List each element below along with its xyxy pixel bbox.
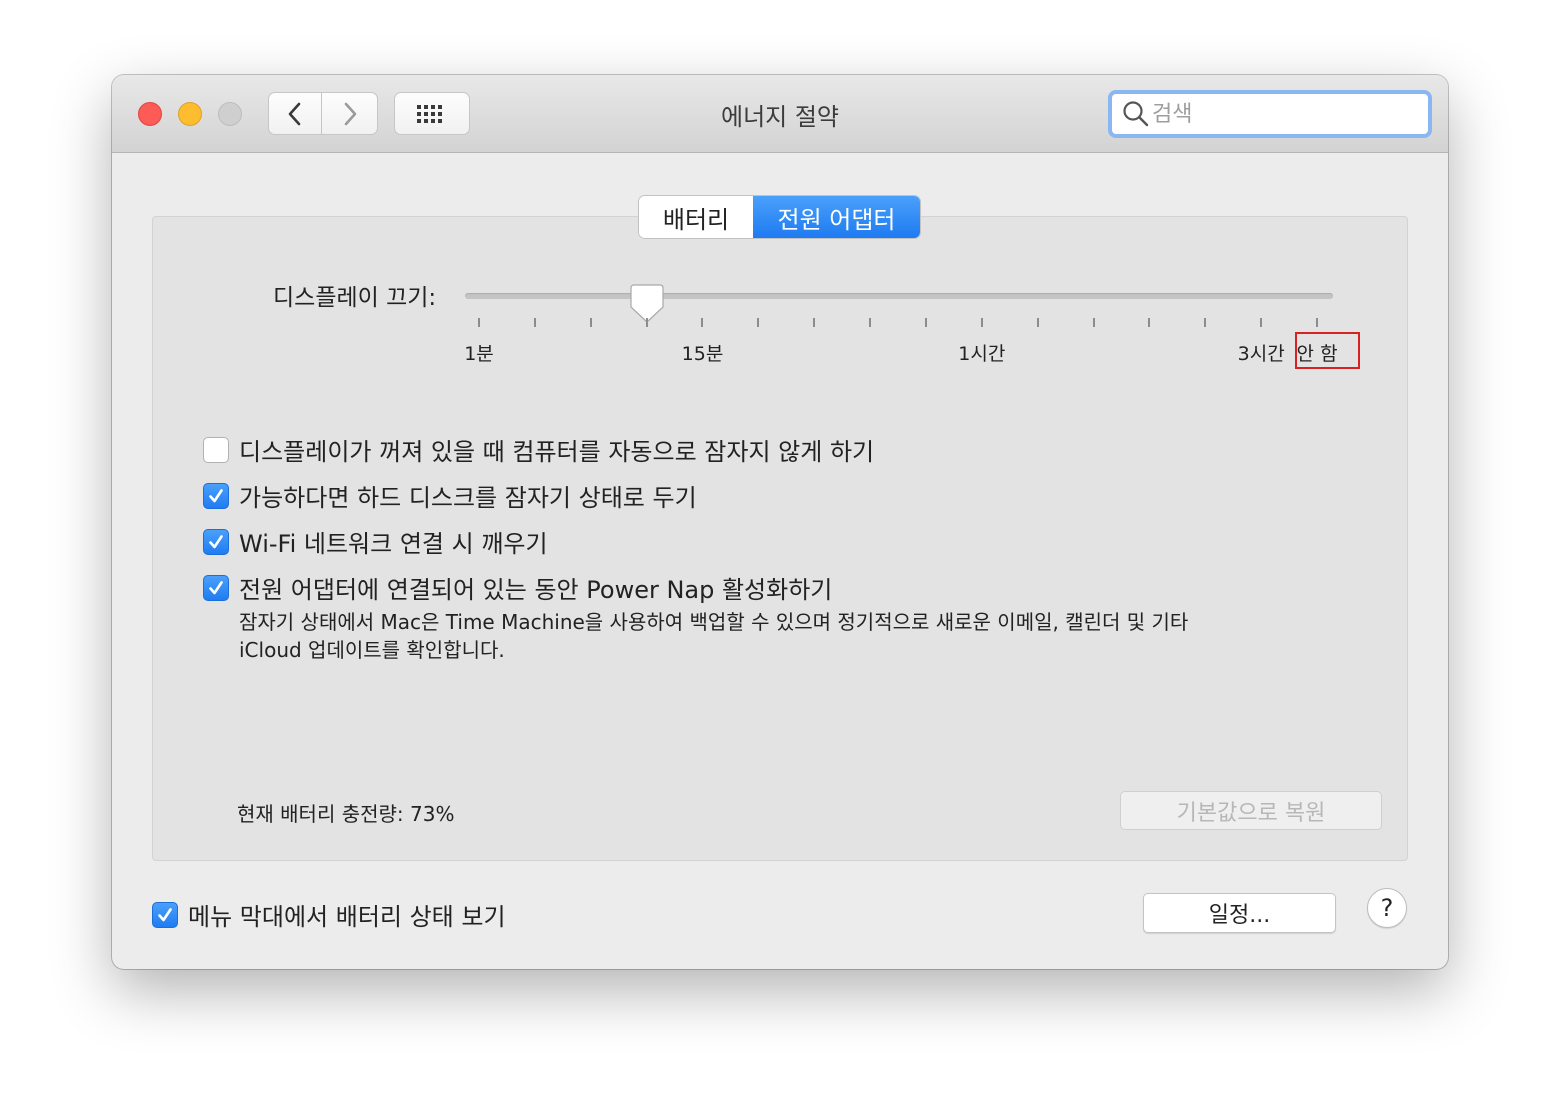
show-in-menu-bar-option[interactable]: 메뉴 막대에서 배터리 상태 보기	[152, 897, 506, 932]
slider-scale-label: 1분	[464, 343, 494, 365]
restore-defaults-button[interactable]: 기본값으로 복원	[1120, 791, 1382, 830]
slider-tick	[924, 318, 927, 327]
option-prevent-sleep[interactable]: 디스플레이가 꺼져 있을 때 컴퓨터를 자동으로 잠자지 않게 하기	[203, 432, 874, 467]
slider-tick	[1092, 318, 1095, 327]
description-line: iCloud 업데이트를 확인합니다.	[239, 638, 505, 662]
option-label: Wi-Fi 네트워크 연결 시 깨우기	[239, 530, 548, 558]
checkmark-icon	[209, 534, 223, 548]
checkmark-icon	[209, 580, 223, 594]
checkmark-icon	[158, 907, 172, 921]
slider-scale-label: 15분	[681, 343, 724, 365]
wake-wifi-checkbox[interactable]	[203, 528, 229, 555]
option-wake-wifi[interactable]: Wi-Fi 네트워크 연결 시 깨우기	[203, 524, 548, 559]
power-source-tabs: 배터리 전원 어댑터	[639, 196, 920, 238]
display-sleep-label: 디스플레이 끄기:	[273, 285, 437, 311]
show-in-menu-bar-checkbox[interactable]	[152, 901, 178, 928]
option-disk-sleep[interactable]: 가능하다면 하드 디스크를 잠자기 상태로 두기	[203, 478, 697, 513]
slider-tick	[1036, 318, 1039, 327]
energy-saver-window: 에너지 절약 배터리 전원 어댑터 디스플레이 끄기: 1분15분1시간3시간안…	[112, 75, 1448, 969]
slider-tick	[701, 318, 704, 327]
power-nap-checkbox[interactable]	[203, 574, 229, 601]
never-highlight-box	[1295, 332, 1360, 369]
search-field[interactable]	[1108, 90, 1432, 138]
tab-battery[interactable]: 배터리	[639, 196, 753, 238]
description-line: 잠자기 상태에서 Mac은 Time Machine을 사용하여 백업할 수 있…	[239, 610, 1189, 634]
slider-tick	[1260, 318, 1263, 327]
slider-tick	[1148, 318, 1151, 327]
settings-panel: 디스플레이 끄기: 1분 15분 1시간 3시간 안 함 디스플레이가 꺼져 있을 때 …	[152, 216, 1408, 861]
slider-tick	[869, 318, 872, 327]
slider-tick	[589, 318, 592, 327]
battery-charge-status: 현재 배터리 충전량: 73%	[237, 802, 455, 826]
help-button[interactable]: ?	[1367, 888, 1407, 928]
slider-tick	[1316, 318, 1319, 327]
schedule-button[interactable]: 일정...	[1143, 893, 1336, 933]
option-label: 가능하다면 하드 디스크를 잠자기 상태로 두기	[239, 484, 697, 512]
slider-tick	[478, 318, 480, 327]
power-nap-description: 잠자기 상태에서 Mac은 Time Machine을 사용하여 백업할 수 있…	[239, 608, 1239, 664]
option-power-nap[interactable]: 전원 어댑터에 연결되어 있는 동안 Power Nap 활성화하기	[203, 570, 832, 605]
prevent-sleep-checkbox[interactable]	[203, 436, 229, 463]
search-input[interactable]	[1152, 101, 1412, 127]
slider-tick	[980, 318, 983, 327]
slider-tick	[757, 318, 760, 327]
tab-power-adapter[interactable]: 전원 어댑터	[753, 196, 920, 238]
display-sleep-slider-track[interactable]	[465, 293, 1333, 299]
slider-scale-label: 1시간	[958, 343, 1006, 365]
slider-tick	[533, 318, 536, 327]
title-bar: 에너지 절약	[112, 75, 1448, 153]
slider-tick	[1204, 318, 1207, 327]
search-icon	[1123, 101, 1149, 127]
slider-scale-label: 3시간	[1237, 343, 1285, 365]
slider-tick	[813, 318, 816, 327]
option-label: 전원 어댑터에 연결되어 있는 동안 Power Nap 활성화하기	[239, 576, 833, 604]
option-label: 메뉴 막대에서 배터리 상태 보기	[188, 903, 506, 931]
option-label: 디스플레이가 꺼져 있을 때 컴퓨터를 자동으로 잠자지 않게 하기	[239, 438, 875, 466]
checkmark-icon	[209, 488, 223, 502]
slider-tick	[645, 318, 648, 327]
disk-sleep-checkbox[interactable]	[203, 482, 229, 509]
